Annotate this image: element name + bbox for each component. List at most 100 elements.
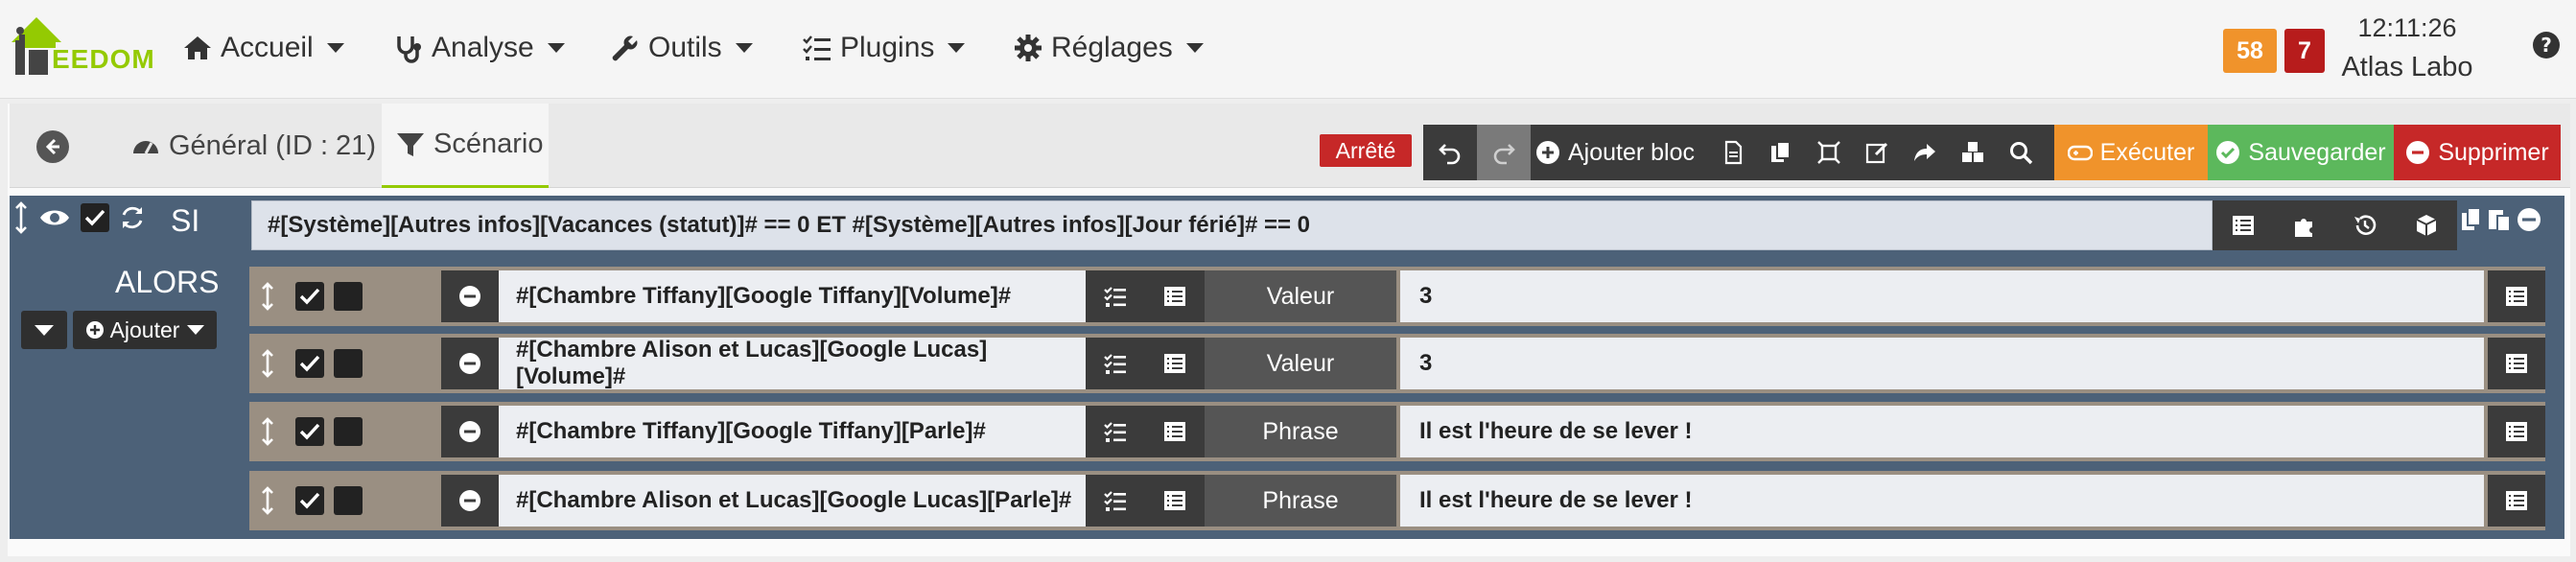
select-action-button[interactable] (1086, 270, 1145, 322)
collapse-dropdown-button[interactable] (21, 311, 67, 349)
condition-plugin-button[interactable] (2274, 200, 2335, 250)
action-command-input[interactable]: #[Chambre Alison et Lucas][Google Lucas]… (499, 475, 1086, 527)
warning-count-badge[interactable]: 58 (2223, 29, 2277, 73)
select-action-button[interactable] (1086, 406, 1145, 457)
action-enabled-checkbox[interactable] (295, 349, 324, 378)
action-command-tools (1086, 475, 1205, 527)
undo-icon (1439, 144, 1461, 165)
drag-handle-icon[interactable] (13, 201, 29, 234)
wrench-icon (612, 35, 638, 61)
nav-accueil[interactable]: Accueil (182, 29, 344, 67)
eye-icon[interactable] (38, 205, 71, 230)
action-command-input[interactable]: #[Chambre Tiffany][Google Tiffany][Volum… (499, 270, 1086, 322)
action-options-button[interactable] (2488, 475, 2545, 527)
select-action-button[interactable] (1086, 338, 1145, 389)
action-parallel-checkbox[interactable] (334, 349, 363, 378)
delete-button[interactable]: Supprimer (2394, 125, 2561, 180)
redo-button[interactable] (1477, 125, 1531, 180)
plus-circle-icon (85, 321, 104, 339)
list-icon (2232, 216, 2254, 235)
drag-handle-icon[interactable] (253, 349, 282, 378)
action-param-label: Valeur (1205, 338, 1396, 389)
condition-history-button[interactable] (2335, 200, 2397, 250)
action-options-button[interactable] (2488, 338, 2545, 389)
action-param-label: Valeur (1205, 270, 1396, 322)
chevron-down-icon (547, 43, 565, 53)
list-icon (1164, 287, 1185, 306)
action-row: #[Chambre Alison et Lucas][Google Lucas]… (249, 471, 2545, 530)
copy-icon[interactable] (1768, 140, 1793, 165)
select-command-button[interactable] (1145, 475, 1205, 527)
copy-icon[interactable] (2461, 207, 2482, 232)
nav-reglages[interactable]: Réglages (1013, 29, 1204, 67)
help-icon[interactable]: ? (2532, 31, 2561, 59)
share-icon[interactable] (1912, 140, 1937, 165)
scenario-state-badge: Arrêté (1320, 134, 1412, 167)
action-row: #[Chambre Tiffany][Google Tiffany][Parle… (249, 402, 2545, 461)
action-enabled-checkbox[interactable] (295, 486, 324, 515)
execute-button[interactable]: Exécuter (2054, 125, 2208, 180)
select-command-button[interactable] (1145, 406, 1205, 457)
remove-action-button[interactable] (441, 338, 499, 389)
nav-outils[interactable]: Outils (610, 29, 753, 67)
undo-button[interactable] (1423, 125, 1477, 180)
list-check-icon (1104, 354, 1126, 374)
block-enabled-checkbox[interactable] (81, 203, 109, 232)
cubes-icon[interactable] (1960, 140, 1985, 165)
alert-count-badge[interactable]: 7 (2284, 29, 2325, 73)
condition-equipment-button[interactable] (2396, 200, 2457, 250)
drag-handle-icon[interactable] (253, 417, 282, 446)
select-action-button[interactable] (1086, 475, 1145, 527)
edit-icon[interactable] (1864, 140, 1889, 165)
save-button[interactable]: Sauvegarder (2208, 125, 2394, 180)
tab-general[interactable]: Général (ID : 21) (121, 104, 386, 188)
action-command-input[interactable]: #[Chambre Tiffany][Google Tiffany][Parle… (499, 406, 1086, 457)
cube-icon (2416, 215, 2437, 236)
scenario-tools-group (1699, 125, 2054, 180)
search-icon[interactable] (2008, 140, 2033, 165)
check-icon (84, 209, 105, 226)
select-command-button[interactable] (1145, 338, 1205, 389)
gamepad-icon (2067, 145, 2093, 161)
action-options-button[interactable] (2488, 270, 2545, 322)
action-options-button[interactable] (2488, 406, 2545, 457)
top-navbar: EEDOM Accueil Analyse Outils Plugins Rég… (0, 0, 2576, 99)
add-action-dropdown[interactable]: Ajouter (73, 311, 217, 349)
remove-block-icon[interactable] (2517, 207, 2541, 232)
list-check-icon (1104, 287, 1126, 307)
jeedom-logo[interactable]: EEDOM (8, 12, 154, 79)
action-param-input[interactable]: 3 (1400, 270, 2484, 322)
file-text-icon[interactable] (1721, 140, 1745, 165)
remove-action-button[interactable] (441, 475, 499, 527)
expand-icon[interactable] (1816, 140, 1841, 165)
action-command-tools (1086, 406, 1205, 457)
nav-plugins[interactable]: Plugins (802, 29, 966, 67)
paste-icon[interactable] (2488, 207, 2511, 232)
action-param-input[interactable]: 3 (1400, 338, 2484, 389)
drag-handle-icon[interactable] (253, 282, 282, 311)
action-parallel-checkbox[interactable] (334, 417, 363, 446)
select-command-button[interactable] (1145, 270, 1205, 322)
chevron-down-icon (1185, 43, 1204, 53)
condition-expression-input[interactable]: #[Système][Autres infos][Vacances (statu… (251, 200, 2213, 250)
tab-general-label: Général (ID : 21) (169, 129, 376, 161)
action-parallel-checkbox[interactable] (334, 282, 363, 311)
nav-analyse[interactable]: Analyse (393, 29, 565, 67)
remove-action-button[interactable] (441, 406, 499, 457)
refresh-icon[interactable] (119, 204, 146, 231)
nav-analyse-label: Analyse (432, 32, 534, 63)
drag-handle-icon[interactable] (253, 486, 282, 515)
action-command-input[interactable]: #[Chambre Alison et Lucas][Google Lucas]… (499, 337, 1086, 389)
action-parallel-checkbox[interactable] (334, 486, 363, 515)
add-block-button[interactable]: Ajouter bloc (1531, 125, 1699, 180)
action-enabled-checkbox[interactable] (295, 282, 324, 311)
condition-list-button[interactable] (2213, 200, 2274, 250)
action-enabled-checkbox[interactable] (295, 417, 324, 446)
remove-action-button[interactable] (441, 270, 499, 322)
tab-scenario[interactable]: Scénario (382, 104, 549, 188)
action-param-input[interactable]: Il est l'heure de se lever ! (1400, 406, 2484, 457)
minus-circle-icon (2406, 141, 2430, 164)
back-button[interactable] (36, 130, 69, 163)
arrow-left-icon (45, 138, 59, 155)
action-param-input[interactable]: Il est l'heure de se lever ! (1400, 475, 2484, 527)
